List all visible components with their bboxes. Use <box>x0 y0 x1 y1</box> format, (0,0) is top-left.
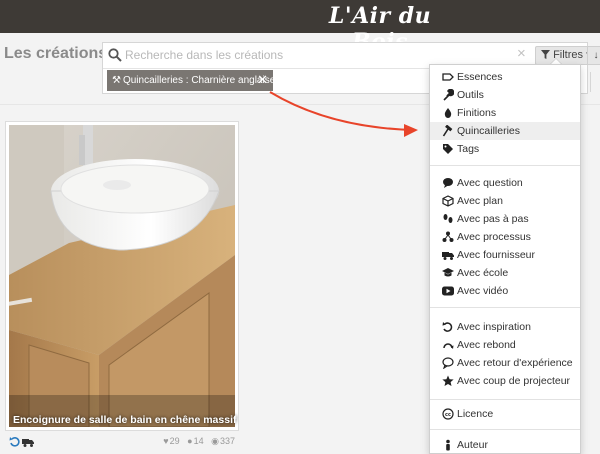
likes-count: 29 <box>169 436 180 446</box>
filter-item-label: Avec retour d'expérience <box>457 357 573 369</box>
filter-item-processus[interactable]: Avec processus <box>430 228 580 246</box>
filter-item-tags[interactable]: Tags <box>430 140 580 158</box>
funnel-icon <box>541 50 550 59</box>
heart-icon: ♥ <box>163 436 169 446</box>
footprints-icon <box>443 214 453 223</box>
creation-photo[interactable] <box>9 125 235 427</box>
drop-icon <box>444 108 452 118</box>
filter-item-plan[interactable]: Avec plan <box>430 192 580 210</box>
top-bar: L'Air du Bois <box>0 0 600 55</box>
filter-dropdown: Essences Outils Finitions Quincailleries… <box>429 64 581 454</box>
page-title: Les créations <box>4 45 108 62</box>
filter-item-label: Auteur <box>457 439 488 451</box>
clear-search-icon[interactable]: × <box>517 45 526 63</box>
filter-item-outils[interactable]: Outils <box>430 86 580 104</box>
tag-outline-icon <box>442 73 454 81</box>
panel-edge <box>590 72 591 92</box>
filter-item-label: Avec vidéo <box>457 285 509 297</box>
search-row-divider <box>103 68 433 69</box>
comments-count: 14 <box>193 436 204 446</box>
filter-item-label: Avec rebond <box>457 339 516 351</box>
inspiration-icon[interactable] <box>9 436 21 448</box>
creation-stats: ♥29 ●14 ◉337 <box>158 436 235 447</box>
truck-icon <box>442 252 454 260</box>
menu-separator <box>430 399 580 400</box>
filter-item-label: Avec inspiration <box>457 321 531 333</box>
filter-item-fournisseur[interactable]: Avec fournisseur <box>430 246 580 264</box>
filter-item-ecole[interactable]: Avec école <box>430 264 580 282</box>
active-filter-tag[interactable]: ⚒ Quincailleries : Charnière anglaise ✕ <box>107 70 273 91</box>
sort-icon: ↓ <box>593 50 599 61</box>
filter-item-licence[interactable]: cc Licence <box>430 405 580 423</box>
eye-icon: ◉ <box>211 436 219 446</box>
search-icon <box>108 48 122 62</box>
filter-item-label: Avec école <box>457 267 509 279</box>
filter-item-label: Avec coup de projecteur <box>457 375 571 387</box>
filter-item-label: Essences <box>457 71 503 83</box>
filter-item-retour-experience[interactable]: Avec retour d'expérience <box>430 354 580 372</box>
play-icon <box>442 286 454 296</box>
cube-icon <box>442 195 454 207</box>
filter-item-label: Avec fournisseur <box>457 249 536 261</box>
filter-item-label: Avec question <box>457 177 523 189</box>
filter-item-rebond[interactable]: Avec rebond <box>430 336 580 354</box>
menu-separator <box>430 429 580 430</box>
creation-card-footer: ♥29 ●14 ◉337 <box>5 434 239 450</box>
rebound-icon <box>443 343 454 349</box>
sort-button[interactable]: ↓ <box>587 46 600 65</box>
creation-title[interactable]: Encoignure de salle de bain en chêne mas… <box>13 414 237 426</box>
cc-license-icon: cc <box>442 408 454 420</box>
filter-item-video[interactable]: Avec vidéo <box>430 282 580 300</box>
person-icon <box>446 439 450 451</box>
filter-item-label: Finitions <box>457 107 497 119</box>
tags-icon <box>443 144 453 154</box>
remove-tag-icon[interactable]: ✕ <box>257 70 268 90</box>
filter-item-label: Outils <box>457 89 484 101</box>
chat-question-icon <box>442 357 454 369</box>
menu-separator <box>430 307 580 308</box>
filter-item-auteur[interactable]: Auteur <box>430 436 580 454</box>
filter-item-quincailleries[interactable]: Quincailleries <box>430 122 580 140</box>
filter-item-essences[interactable]: Essences <box>430 68 580 86</box>
filter-item-finitions[interactable]: Finitions <box>430 104 580 122</box>
process-icon <box>442 231 454 242</box>
menu-separator <box>430 165 580 166</box>
filter-item-pas-a-pas[interactable]: Avec pas à pas <box>430 210 580 228</box>
active-filter-label: Quincailleries : Charnière anglaise <box>122 75 273 86</box>
filter-item-label: Tags <box>457 143 480 155</box>
undo-arrow-icon <box>442 322 453 332</box>
filter-item-coup-de-projecteur[interactable]: Avec coup de projecteur <box>430 372 580 390</box>
filter-item-label: Licence <box>457 408 494 420</box>
wrench-icon <box>443 89 454 101</box>
views-count: 337 <box>219 436 235 446</box>
filter-item-label: Avec plan <box>457 195 503 207</box>
filter-item-label: Avec pas à pas <box>457 213 529 225</box>
search-input[interactable] <box>125 46 515 64</box>
speech-bubble-icon <box>443 178 453 188</box>
comment-icon: ● <box>187 436 193 446</box>
filter-item-inspiration[interactable]: Avec inspiration <box>430 318 580 336</box>
hammer-icon <box>442 125 453 137</box>
filter-item-label: Quincailleries <box>457 125 521 137</box>
star-icon <box>442 375 454 386</box>
truck-icon[interactable] <box>22 436 34 448</box>
filter-item-question[interactable]: Avec question <box>430 174 580 192</box>
hammer-icon: ⚒ <box>112 75 121 86</box>
creation-card[interactable]: Encoignure de salle de bain en chêne mas… <box>5 121 239 431</box>
graduation-cap-icon <box>442 268 454 277</box>
svg-text:cc: cc <box>445 412 451 418</box>
filter-item-label: Avec processus <box>457 231 531 243</box>
